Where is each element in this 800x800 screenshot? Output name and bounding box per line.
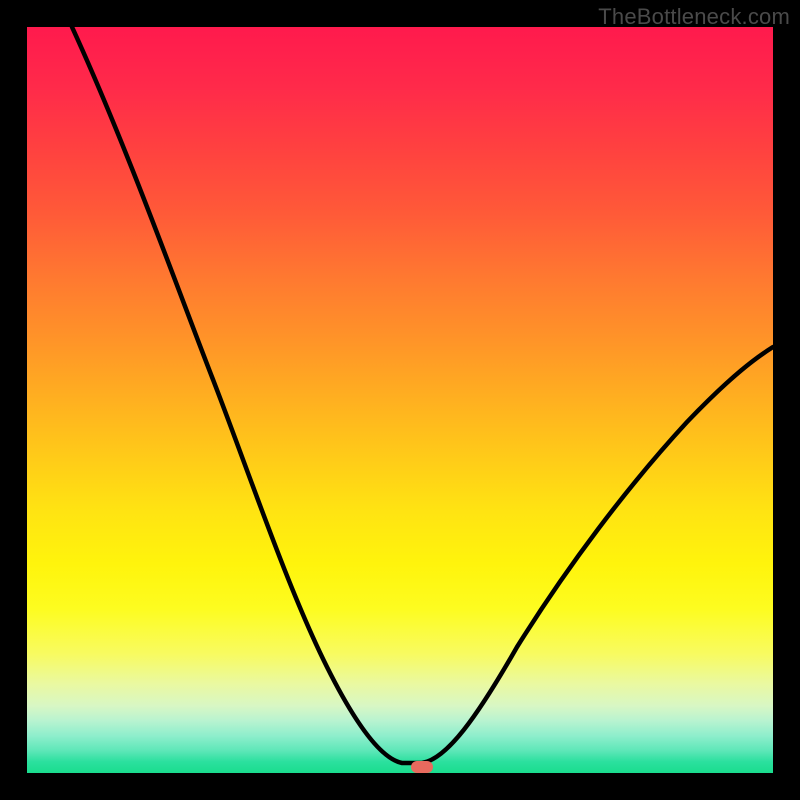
chart-stage: TheBottleneck.com bbox=[0, 0, 800, 800]
optimal-marker bbox=[411, 761, 433, 773]
plot-area bbox=[27, 27, 773, 773]
bottleneck-curve bbox=[27, 27, 773, 773]
watermark-text: TheBottleneck.com bbox=[598, 4, 790, 30]
curve-path bbox=[72, 27, 773, 763]
